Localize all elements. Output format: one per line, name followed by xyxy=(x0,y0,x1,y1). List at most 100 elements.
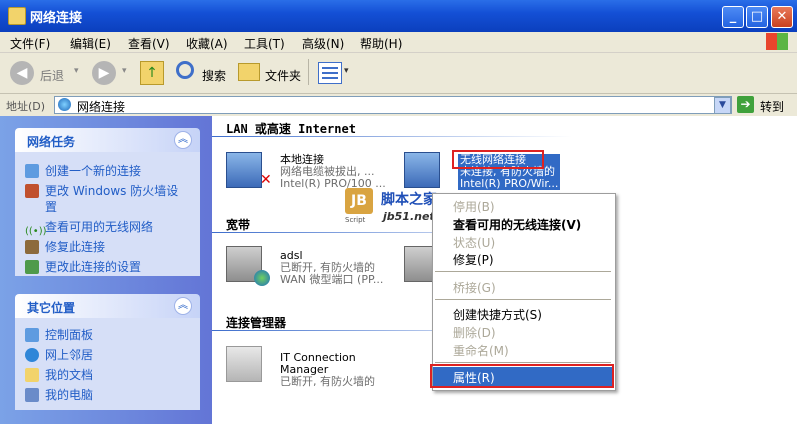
network-tasks-header[interactable]: 网络任务 ︽ xyxy=(15,128,200,152)
place-label: 网上邻居 xyxy=(45,348,94,362)
connection-manager-icon xyxy=(226,346,262,382)
window-title: 网络连接 xyxy=(30,11,83,26)
task-repair[interactable]: 修复此连接 xyxy=(25,238,105,255)
place-network-neighborhood[interactable]: 网上邻居 xyxy=(25,346,93,363)
menu-item-repair[interactable]: 修复(P) xyxy=(453,251,494,268)
menu-item-delete[interactable]: 删除(D) xyxy=(453,324,496,341)
settings-icon xyxy=(25,260,39,274)
folders-button[interactable]: 文件夹 xyxy=(265,67,301,84)
forward-arrow-icon[interactable]: ▶ xyxy=(92,61,116,85)
close-button[interactable]: ✕ xyxy=(771,6,793,28)
group-divider xyxy=(212,136,572,137)
connection-info: 本地连接 网络电缆被拔出, ... Intel(R) PRO/100 ... xyxy=(280,154,386,190)
toolbar: ◀ 后退 ▾ ▶ ▾ ↑ 搜索 文件夹 ▾ xyxy=(0,53,797,94)
menu-item-rename[interactable]: 重命名(M) xyxy=(453,342,509,359)
separator xyxy=(308,59,309,85)
collapse-chevron-icon[interactable]: ︽ xyxy=(174,131,192,149)
menu-advanced[interactable]: 高级(N) xyxy=(302,35,344,52)
up-folder-icon[interactable]: ↑ xyxy=(140,61,164,85)
firewall-icon xyxy=(25,184,39,198)
context-menu: 停用(B) 查看可用的无线连接(V) 状态(U) 修复(P) 桥接(G) 创建快… xyxy=(430,193,616,391)
menu-item-view-wireless[interactable]: 查看可用的无线连接(V) xyxy=(453,216,581,233)
connection-it-manager[interactable]: IT Connection Manager 已断开, 有防火墙的 xyxy=(226,344,416,394)
place-label: 我的电脑 xyxy=(45,388,94,402)
network-tasks-title: 网络任务 xyxy=(27,135,76,149)
group-header-broadband: 宽带 xyxy=(226,218,251,232)
menu-separator xyxy=(435,362,611,363)
connection-info: adsl 已断开, 有防火墙的 WAN 微型端口 (PP... xyxy=(280,250,383,286)
watermark-tag: Script xyxy=(345,216,366,224)
address-dropdown-button[interactable]: ▼ xyxy=(714,97,731,114)
network-computer-icon xyxy=(226,152,262,188)
dropdown-arrow-icon[interactable]: ▾ xyxy=(74,66,79,76)
place-my-documents[interactable]: 我的文档 xyxy=(25,366,93,383)
address-input[interactable]: 网络连接 xyxy=(54,96,732,114)
menu-item-bridge[interactable]: 桥接(G) xyxy=(453,279,496,296)
go-button[interactable]: 转到 xyxy=(760,98,784,115)
other-places-header[interactable]: 其它位置 ︽ xyxy=(15,294,200,318)
network-tasks-body: 创建一个新的连接 更改 Windows 防火墙设 置 ((•))查看可用的无线网… xyxy=(15,152,200,276)
menu-item-create-shortcut[interactable]: 创建快捷方式(S) xyxy=(453,306,542,323)
address-value: 网络连接 xyxy=(77,100,126,114)
menu-separator xyxy=(435,271,611,272)
highlight-box xyxy=(452,150,544,169)
maximize-button[interactable]: □ xyxy=(746,6,768,28)
watermark-logo-icon: JB xyxy=(345,188,373,214)
address-label: 地址(D) xyxy=(6,100,46,113)
watermark-url: jb51.net xyxy=(383,210,435,223)
other-places-body: 控制面板 网上邻居 我的文档 我的电脑 xyxy=(15,318,200,410)
menu-file[interactable]: 文件(F) xyxy=(10,35,50,52)
globe-icon xyxy=(254,270,270,286)
menu-view[interactable]: 查看(V) xyxy=(128,35,170,52)
place-label: 控制面板 xyxy=(45,328,94,342)
highlight-box xyxy=(430,364,614,388)
minimize-button[interactable]: _ xyxy=(722,6,744,28)
wireless-icon: ((•)) xyxy=(25,226,47,237)
network-connections-icon xyxy=(58,98,71,111)
menu-item-status[interactable]: 状态(U) xyxy=(453,234,495,251)
menu-tools[interactable]: 工具(T) xyxy=(244,35,285,52)
windows-logo-icon xyxy=(766,33,788,50)
task-create-connection[interactable]: 创建一个新的连接 xyxy=(25,162,141,179)
globe-icon xyxy=(25,348,39,362)
menu-favorites[interactable]: 收藏(A) xyxy=(186,35,228,52)
menu-edit[interactable]: 编辑(E) xyxy=(70,35,111,52)
connection-device: WAN 微型端口 (PP... xyxy=(280,273,384,286)
group-header-connection-manager: 连接管理器 xyxy=(226,316,287,330)
views-icon[interactable] xyxy=(318,62,342,84)
menu-help[interactable]: 帮助(H) xyxy=(360,35,402,52)
task-pane: 网络任务 ︽ 创建一个新的连接 更改 Windows 防火墙设 置 ((•))查… xyxy=(0,116,212,424)
dropdown-arrow-icon[interactable]: ▾ xyxy=(122,66,127,76)
folders-icon[interactable] xyxy=(238,63,260,81)
wireless-computer-icon xyxy=(404,152,440,188)
watermark-title: 脚本之家 xyxy=(381,192,437,208)
address-bar: 地址(D) 网络连接 ▼ ➔ 转到 xyxy=(0,94,797,117)
connection-device: Intel(R) PRO/Wir... xyxy=(460,177,559,190)
task-label: 修复此连接 xyxy=(45,240,106,254)
search-icon[interactable] xyxy=(176,61,194,79)
task-change-settings[interactable]: 更改此连接的设置 xyxy=(25,258,141,275)
place-label: 我的文档 xyxy=(45,368,94,382)
back-button[interactable]: 后退 xyxy=(40,67,64,84)
dropdown-arrow-icon[interactable]: ▾ xyxy=(344,66,349,76)
go-arrow-icon[interactable]: ➔ xyxy=(737,96,754,113)
menu-item-disable[interactable]: 停用(B) xyxy=(453,198,495,215)
task-view-wireless[interactable]: ((•))查看可用的无线网络 xyxy=(25,218,153,239)
search-button[interactable]: 搜索 xyxy=(202,67,226,84)
place-my-computer[interactable]: 我的电脑 xyxy=(25,386,93,403)
place-control-panel[interactable]: 控制面板 xyxy=(25,326,93,343)
network-folder-icon xyxy=(8,7,26,25)
menu-separator xyxy=(435,299,611,300)
task-firewall-settings-cont[interactable]: 置 xyxy=(45,198,57,215)
task-label: 查看可用的无线网络 xyxy=(45,220,154,234)
task-firewall-settings[interactable]: 更改 Windows 防火墙设 xyxy=(25,182,178,199)
other-places-title: 其它位置 xyxy=(27,301,76,315)
control-panel-icon xyxy=(25,328,39,342)
wrench-icon xyxy=(25,240,39,254)
title-bar[interactable]: 网络连接 _ □ ✕ xyxy=(0,0,797,32)
connection-info: IT Connection Manager 已断开, 有防火墙的 xyxy=(280,352,375,388)
connection-adsl[interactable]: adsl 已断开, 有防火墙的 WAN 微型端口 (PP... xyxy=(226,244,406,290)
collapse-chevron-icon[interactable]: ︽ xyxy=(174,297,192,315)
connection-status: 已断开, 有防火墙的 xyxy=(280,375,375,388)
back-arrow-icon[interactable]: ◀ xyxy=(10,61,34,85)
